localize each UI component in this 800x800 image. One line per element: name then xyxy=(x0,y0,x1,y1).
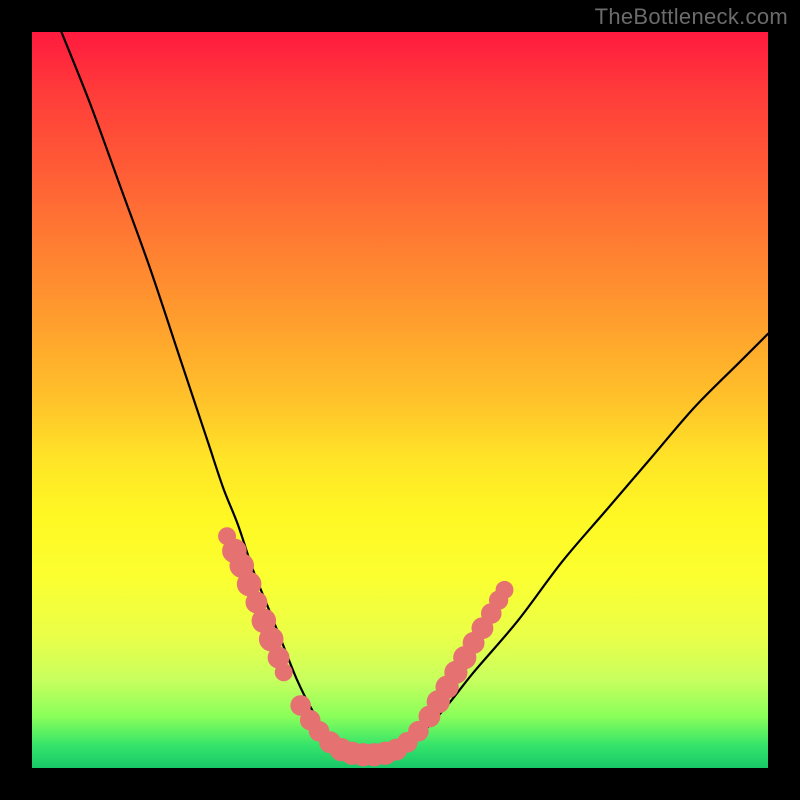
watermark-text: TheBottleneck.com xyxy=(595,4,788,30)
plot-area xyxy=(32,32,768,768)
chart-frame: TheBottleneck.com xyxy=(0,0,800,800)
data-point-clusters xyxy=(218,527,513,766)
chart-svg xyxy=(32,32,768,768)
data-point xyxy=(496,581,514,599)
data-point xyxy=(275,663,293,681)
bottleneck-curve xyxy=(61,32,768,756)
